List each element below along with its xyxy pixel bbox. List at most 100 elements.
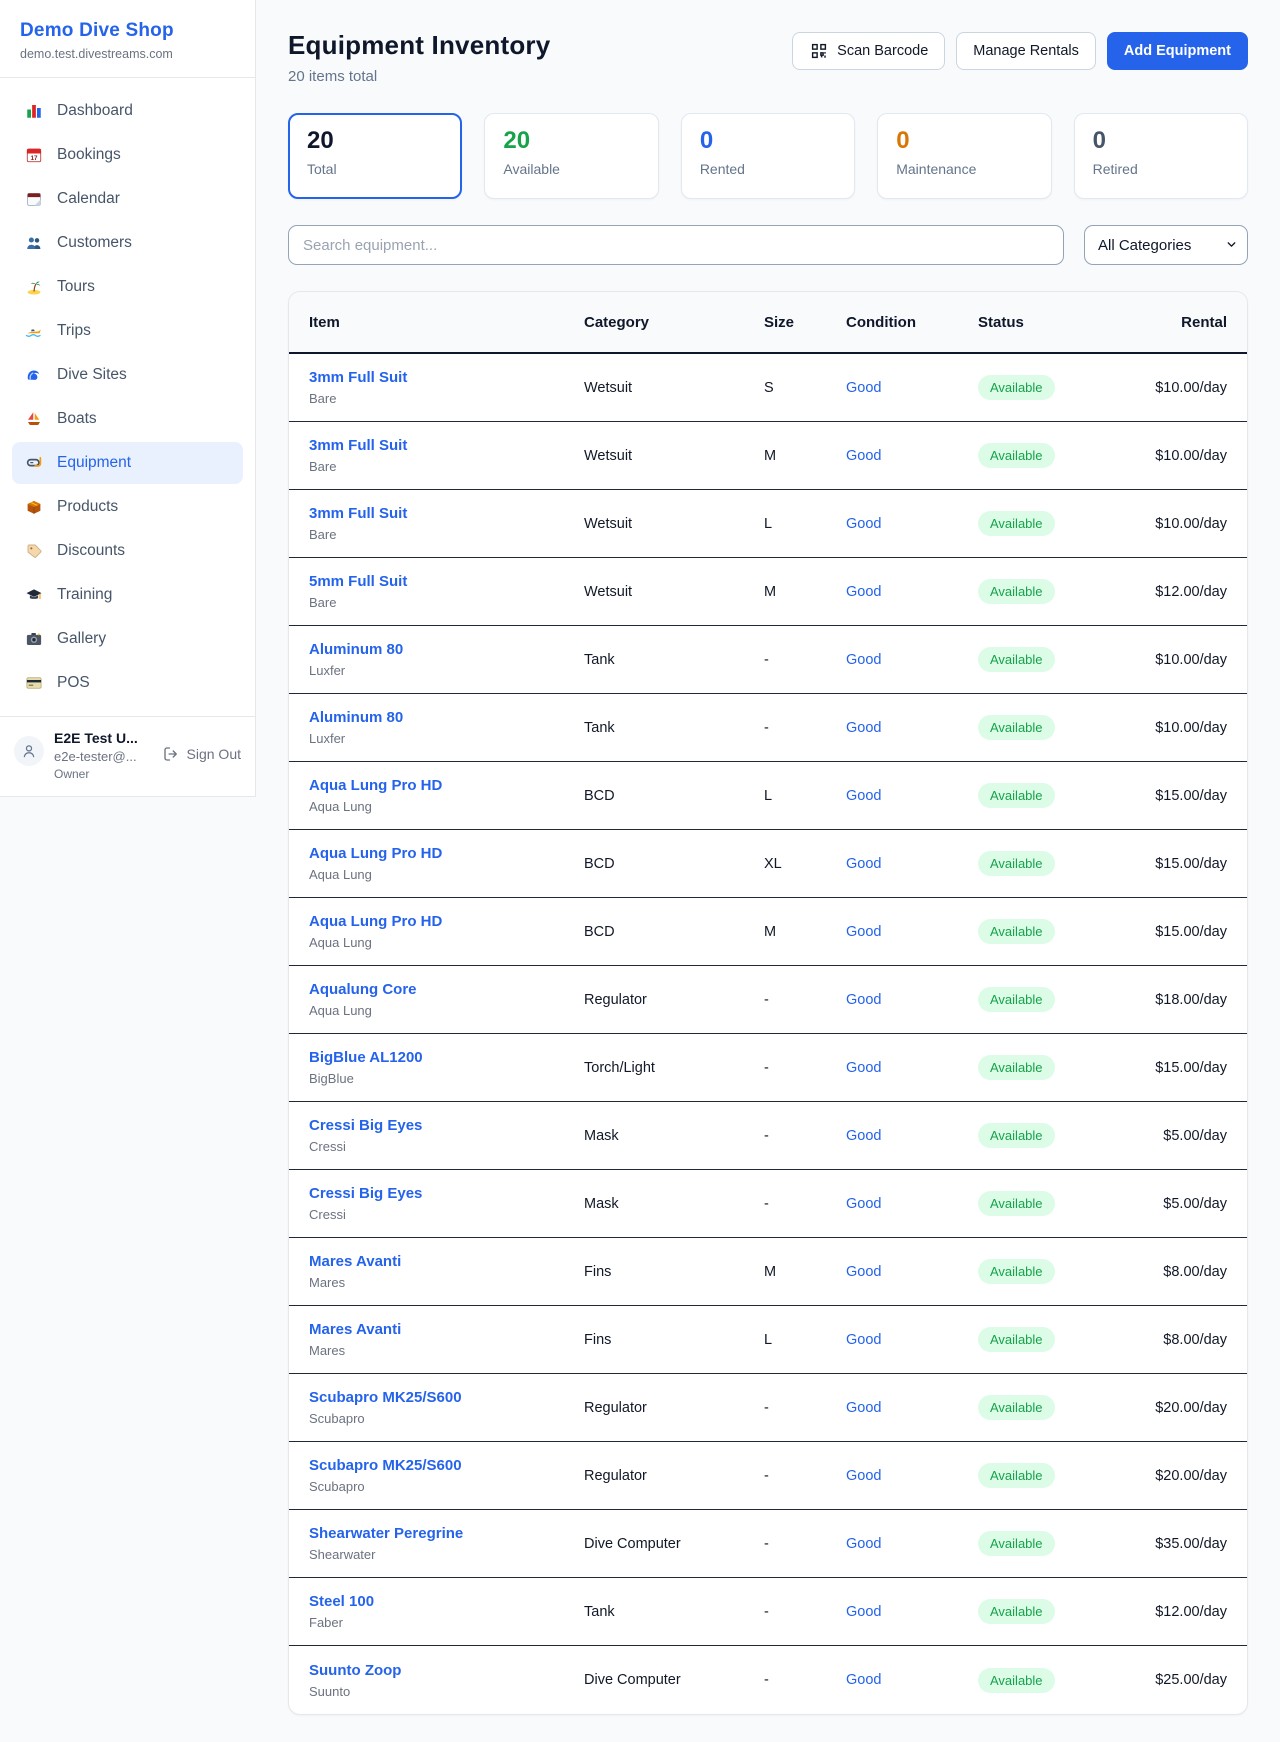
sidebar-item-pos[interactable]: POS <box>12 662 243 704</box>
item-brand: Faber <box>309 1615 584 1630</box>
item-condition-link[interactable]: Good <box>846 1332 881 1348</box>
status-badge: Available <box>978 1327 1055 1352</box>
search-input[interactable] <box>288 225 1064 265</box>
stat-card-retired[interactable]: 0 Retired <box>1074 113 1248 199</box>
stat-card-maintenance[interactable]: 0 Maintenance <box>877 113 1051 199</box>
item-name-link[interactable]: Aluminum 80 <box>309 709 403 726</box>
status-cell: Available <box>978 919 1111 944</box>
item-brand: Mares <box>309 1275 584 1290</box>
condition-cell: Good <box>846 1059 978 1077</box>
sidebar-item-gallery[interactable]: Gallery <box>12 618 243 660</box>
item-condition-link[interactable]: Good <box>846 1128 881 1144</box>
sidebar-item-dive-sites[interactable]: Dive Sites <box>12 354 243 396</box>
item-condition-link[interactable]: Good <box>846 1468 881 1484</box>
stat-card-rented[interactable]: 0 Rented <box>681 113 855 199</box>
item-name-link[interactable]: Aluminum 80 <box>309 641 403 658</box>
item-cell: Cressi Big Eyes Cressi <box>309 1117 584 1154</box>
sidebar-item-discounts[interactable]: Discounts <box>12 530 243 572</box>
item-name-link[interactable]: Aqualung Core <box>309 981 417 998</box>
item-name-link[interactable]: Steel 100 <box>309 1593 374 1610</box>
sidebar-item-trips[interactable]: Trips <box>12 310 243 352</box>
item-name-link[interactable]: Scubapro MK25/S600 <box>309 1389 462 1406</box>
item-category: Fins <box>584 1264 764 1280</box>
item-name-link[interactable]: BigBlue AL1200 <box>309 1049 423 1066</box>
sign-out-button[interactable]: Sign Out <box>161 744 241 764</box>
item-condition-link[interactable]: Good <box>846 1196 881 1212</box>
item-condition-link[interactable]: Good <box>846 992 881 1008</box>
sidebar-item-bookings[interactable]: 17 Bookings <box>12 134 243 176</box>
item-name-link[interactable]: Cressi Big Eyes <box>309 1117 422 1134</box>
sidebar-item-boats[interactable]: Boats <box>12 398 243 440</box>
item-size: - <box>764 720 846 736</box>
sidebar-item-products[interactable]: Products <box>12 486 243 528</box>
sidebar-item-calendar[interactable]: Calendar <box>12 178 243 220</box>
item-brand: Shearwater <box>309 1547 584 1562</box>
item-size: - <box>764 1672 846 1688</box>
equipment-icon <box>24 453 44 473</box>
manage-rentals-label: Manage Rentals <box>973 43 1079 59</box>
item-condition-link[interactable]: Good <box>846 788 881 804</box>
calendar-icon <box>24 189 44 209</box>
table-row: Aqua Lung Pro HD Aqua Lung BCD XL Good A… <box>289 830 1247 898</box>
sidebar-item-training[interactable]: Training <box>12 574 243 616</box>
item-condition-link[interactable]: Good <box>846 1264 881 1280</box>
item-brand: Suunto <box>309 1684 584 1699</box>
svg-text:17: 17 <box>30 155 38 162</box>
item-name-link[interactable]: Mares Avanti <box>309 1253 401 1270</box>
item-condition-link[interactable]: Good <box>846 1400 881 1416</box>
sidebar-item-equipment[interactable]: Equipment <box>12 442 243 484</box>
user-email: e2e-tester@... <box>54 749 151 764</box>
item-name-link[interactable]: 3mm Full Suit <box>309 437 407 454</box>
status-cell: Available <box>978 1123 1111 1148</box>
item-name-link[interactable]: Mares Avanti <box>309 1321 401 1338</box>
item-condition-link[interactable]: Good <box>846 516 881 532</box>
scan-barcode-button[interactable]: Scan Barcode <box>792 32 945 70</box>
item-category: Wetsuit <box>584 380 764 396</box>
item-name-link[interactable]: Aqua Lung Pro HD <box>309 777 442 794</box>
item-name-link[interactable]: 5mm Full Suit <box>309 573 407 590</box>
item-category: Regulator <box>584 992 764 1008</box>
bookings-icon: 17 <box>24 145 44 165</box>
status-badge: Available <box>978 919 1055 944</box>
item-condition-link[interactable]: Good <box>846 1536 881 1552</box>
status-badge: Available <box>978 987 1055 1012</box>
stat-card-available[interactable]: 20 Available <box>484 113 658 199</box>
condition-cell: Good <box>846 991 978 1009</box>
item-condition-link[interactable]: Good <box>846 924 881 940</box>
item-condition-link[interactable]: Good <box>846 1060 881 1076</box>
manage-rentals-button[interactable]: Manage Rentals <box>956 32 1096 70</box>
sidebar-item-dashboard[interactable]: Dashboard <box>12 90 243 132</box>
customers-icon <box>24 233 44 253</box>
item-condition-link[interactable]: Good <box>846 448 881 464</box>
table-row: Aqua Lung Pro HD Aqua Lung BCD L Good Av… <box>289 762 1247 830</box>
stat-card-total[interactable]: 20 Total <box>288 113 462 199</box>
sidebar-item-tours[interactable]: Tours <box>12 266 243 308</box>
boats-icon <box>24 409 44 429</box>
item-category: Tank <box>584 1604 764 1620</box>
add-equipment-button[interactable]: Add Equipment <box>1107 32 1248 70</box>
item-name-link[interactable]: Aqua Lung Pro HD <box>309 845 442 862</box>
item-condition-link[interactable]: Good <box>846 856 881 872</box>
item-condition-link[interactable]: Good <box>846 1604 881 1620</box>
status-badge: Available <box>978 1395 1055 1420</box>
sidebar: Demo Dive Shop demo.test.divestreams.com… <box>0 0 256 797</box>
item-condition-link[interactable]: Good <box>846 720 881 736</box>
item-name-link[interactable]: Aqua Lung Pro HD <box>309 913 442 930</box>
sidebar-item-customers[interactable]: Customers <box>12 222 243 264</box>
sidebar-item-label: Boats <box>57 410 97 428</box>
item-name-link[interactable]: Suunto Zoop <box>309 1662 401 1679</box>
item-condition-link[interactable]: Good <box>846 380 881 396</box>
sidebar-nav: Dashboard 17 Bookings Calendar Customers <box>0 78 255 716</box>
item-rental-rate: $12.00/day <box>1111 584 1227 600</box>
item-name-link[interactable]: 3mm Full Suit <box>309 505 407 522</box>
item-condition-link[interactable]: Good <box>846 584 881 600</box>
category-select[interactable]: All Categories <box>1084 225 1248 265</box>
item-condition-link[interactable]: Good <box>846 652 881 668</box>
item-name-link[interactable]: 3mm Full Suit <box>309 369 407 386</box>
item-name-link[interactable]: Scubapro MK25/S600 <box>309 1457 462 1474</box>
item-cell: Mares Avanti Mares <box>309 1321 584 1358</box>
item-name-link[interactable]: Shearwater Peregrine <box>309 1525 463 1542</box>
table-row: Steel 100 Faber Tank - Good Available $1… <box>289 1578 1247 1646</box>
item-name-link[interactable]: Cressi Big Eyes <box>309 1185 422 1202</box>
item-condition-link[interactable]: Good <box>846 1672 881 1688</box>
